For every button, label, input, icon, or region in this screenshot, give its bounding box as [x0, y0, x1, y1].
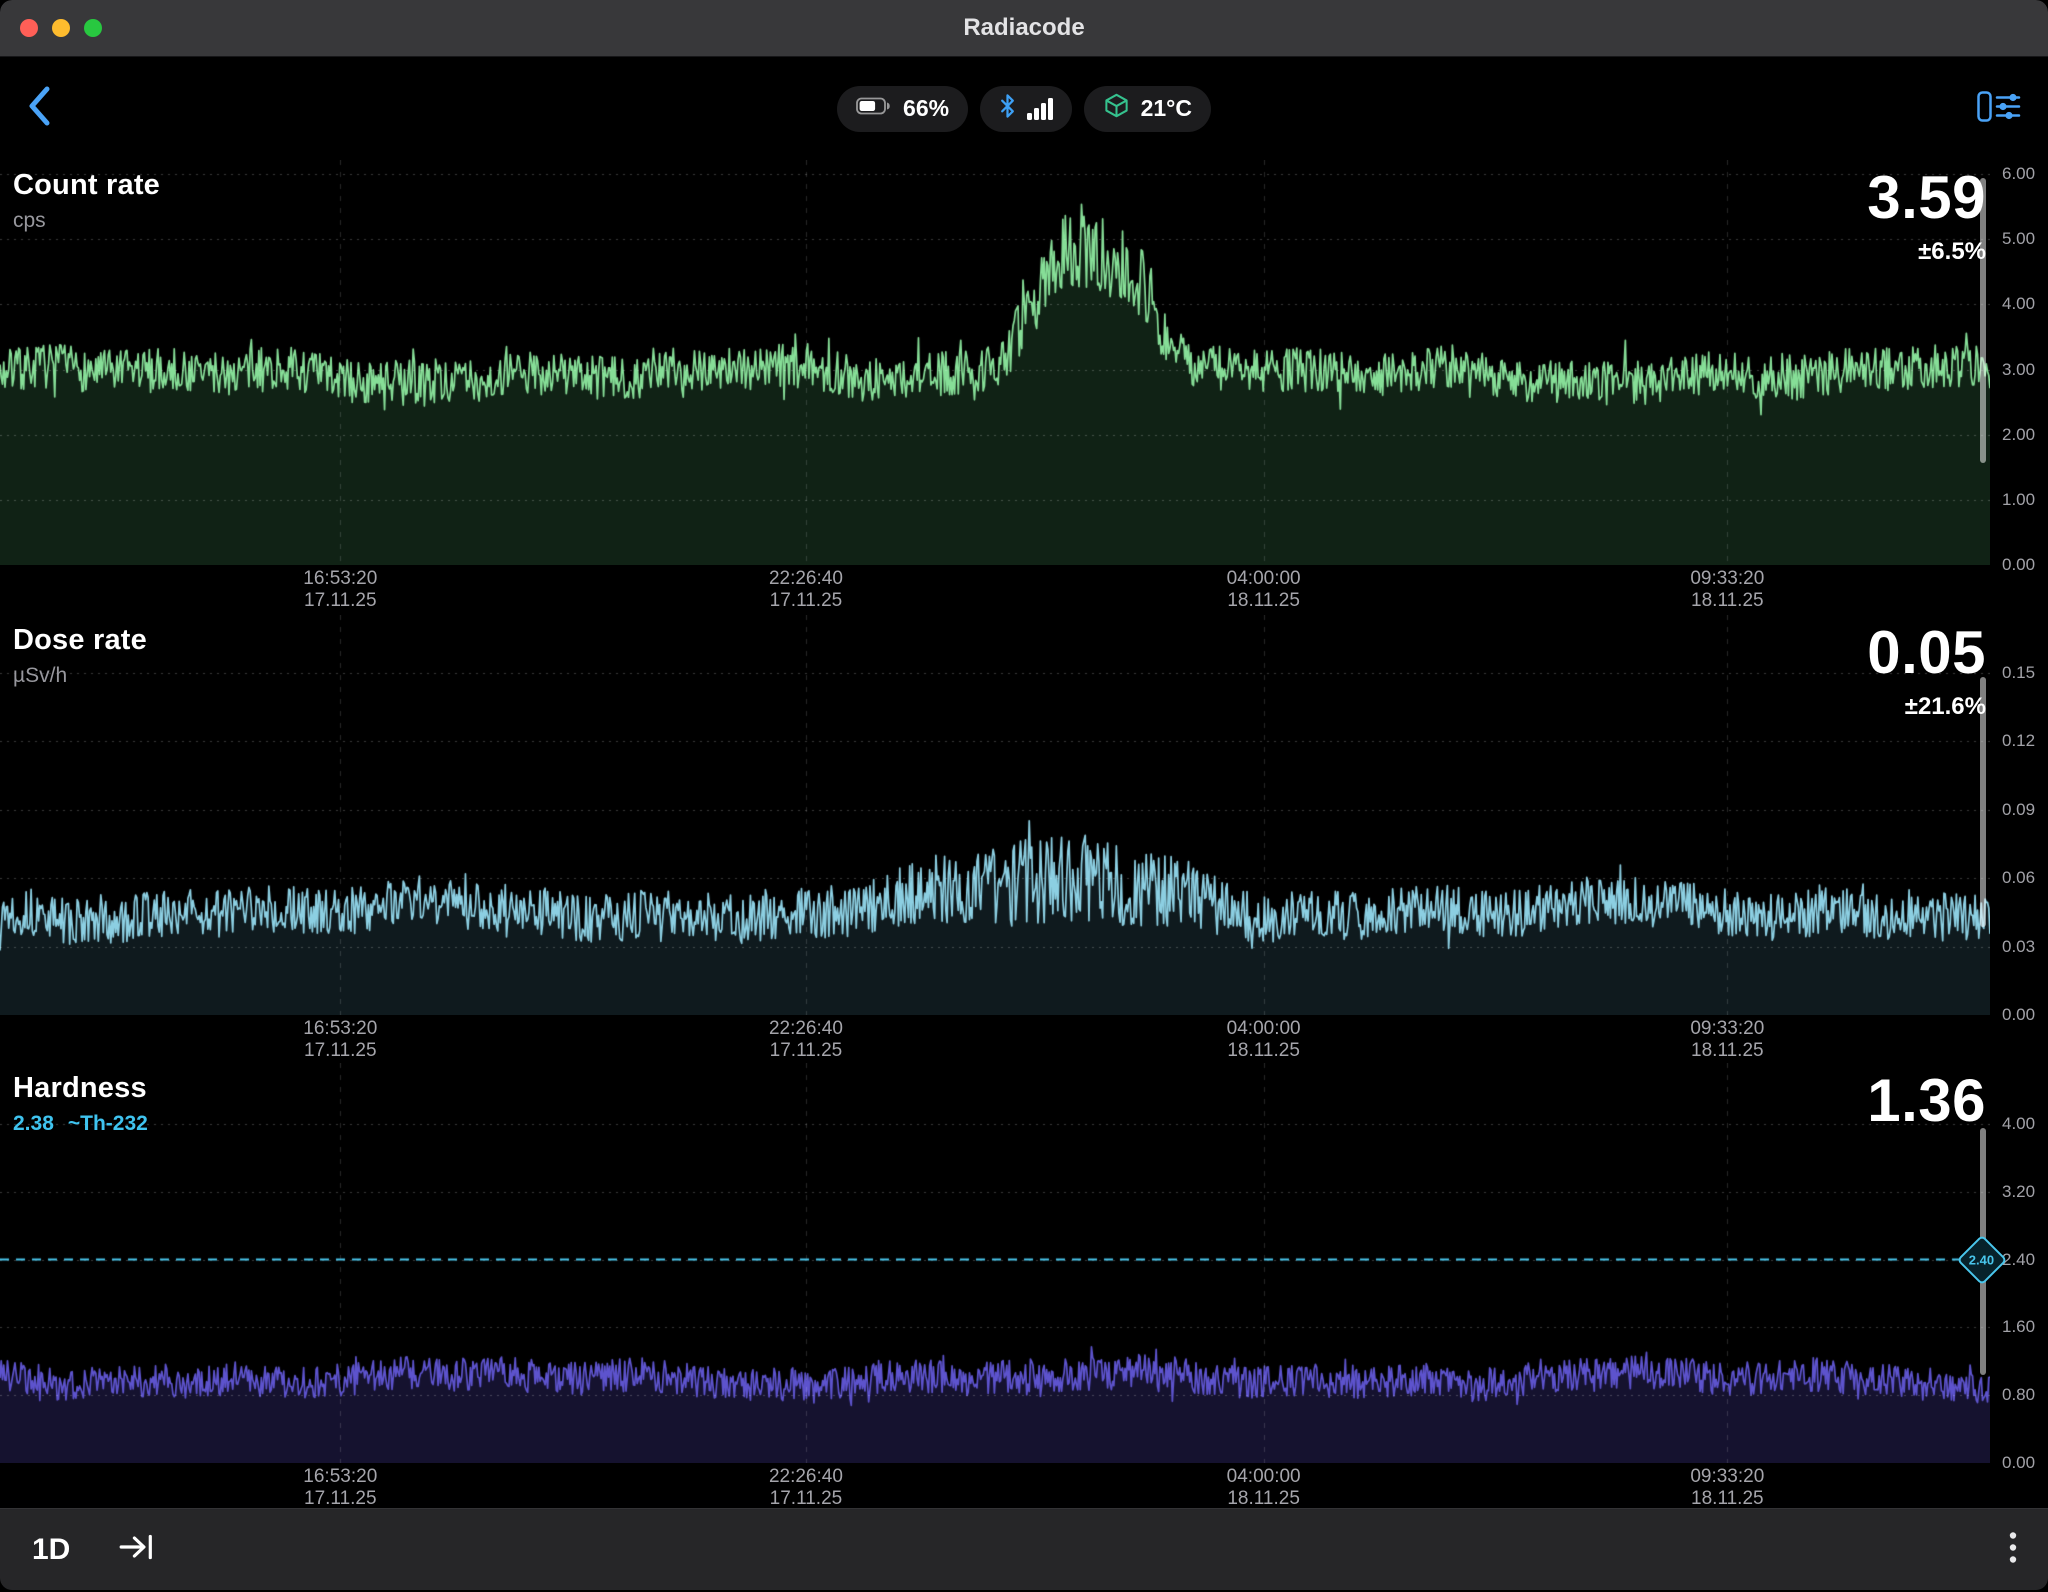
- y-axis-label: 2.40: [2002, 1250, 2035, 1270]
- x-axis-label: 04:00:0018.11.25: [1194, 1466, 1334, 1510]
- status-pills: 66% 21°C: [837, 86, 1211, 132]
- x-axis-label: 16:53:2017.11.25: [270, 1466, 410, 1510]
- y-axis-label: 4.00: [2002, 294, 2035, 314]
- window-titlebar[interactable]: Radiacode: [0, 0, 2048, 57]
- current-value: 0.05: [1867, 623, 1986, 683]
- y-axis-label: 5.00: [2002, 229, 2035, 249]
- hardness-ratio-value: 2.38: [13, 1112, 54, 1135]
- count-rate-chart: 6.005.004.003.002.001.000.00 Count rate …: [0, 160, 2048, 610]
- isotope-name: ~Th-232: [68, 1112, 148, 1135]
- temperature-label: 21°C: [1141, 95, 1192, 122]
- zoom-window-button[interactable]: [84, 19, 102, 37]
- y-axis-label: 0.03: [2002, 937, 2035, 957]
- hardness-reading: 1.36: [1867, 1071, 1986, 1131]
- skip-to-end-icon: [118, 1531, 154, 1568]
- traffic-lights: [20, 19, 102, 37]
- minimize-window-button[interactable]: [52, 19, 70, 37]
- count-rate-x-axis: 16:53:2017.11.25 22:26:4017.11.25 04:00:00…: [0, 565, 2048, 610]
- more-options-button[interactable]: [2008, 1529, 2018, 1570]
- uncertainty-label: ±21.6%: [1867, 693, 1986, 721]
- time-range-button[interactable]: 1D: [32, 1533, 70, 1567]
- count-rate-plot[interactable]: [0, 160, 1990, 565]
- x-axis-label: 16:53:2017.11.25: [270, 1018, 410, 1062]
- x-axis-label: 22:26:4017.11.25: [736, 568, 876, 612]
- bluetooth-icon: [999, 93, 1016, 125]
- dose-rate-y-axis: 0.150.120.090.060.030.00: [1996, 615, 2048, 1060]
- chart-title: Hardness: [13, 1072, 148, 1105]
- current-value: 1.36: [1867, 1071, 1986, 1131]
- y-axis-label: 0.15: [2002, 663, 2035, 683]
- close-window-button[interactable]: [20, 19, 38, 37]
- radiacode-window: Radiacode 66%: [0, 0, 2048, 1592]
- uncertainty-label: ±6.5%: [1867, 238, 1986, 266]
- y-axis-label: 4.00: [2002, 1114, 2035, 1134]
- chart-unit-label: µSv/h: [13, 664, 147, 688]
- hardness-plot[interactable]: [0, 1063, 1990, 1463]
- hardness-y-axis: 4.003.202.401.600.800.00: [1996, 1063, 2048, 1508]
- dose-rate-chart: 0.150.120.090.060.030.00 Dose rate µSv/h…: [0, 615, 2048, 1060]
- current-value: 3.59: [1867, 168, 1986, 228]
- window-title: Radiacode: [963, 14, 1084, 42]
- y-axis-label: 2.00: [2002, 425, 2035, 445]
- x-axis-label: 04:00:0018.11.25: [1194, 1018, 1334, 1062]
- y-axis-label: 1.60: [2002, 1317, 2035, 1337]
- dose-rate-reading: 0.05 ±21.6%: [1867, 623, 1986, 721]
- x-axis-label: 22:26:4017.11.25: [736, 1466, 876, 1510]
- isotope-estimate-label: 2.38 ~Th-232: [13, 1112, 148, 1136]
- chevron-left-icon: [26, 84, 52, 133]
- jump-to-latest-button[interactable]: [118, 1531, 154, 1568]
- kebab-menu-icon: [2008, 1529, 2018, 1570]
- battery-icon: [856, 95, 892, 122]
- y-axis-label: 0.06: [2002, 868, 2035, 888]
- count-rate-y-axis: 6.005.004.003.002.001.000.00: [1996, 160, 2048, 610]
- x-axis-label: 16:53:2017.11.25: [270, 568, 410, 612]
- temperature-pill[interactable]: 21°C: [1084, 86, 1211, 132]
- x-axis-label: 09:33:2018.11.25: [1657, 568, 1797, 612]
- device-settings-button[interactable]: [1976, 85, 2022, 132]
- battery-status-pill[interactable]: 66%: [837, 86, 968, 132]
- device-sliders-icon: [1976, 114, 2022, 131]
- signal-bars-icon: [1027, 98, 1053, 120]
- x-axis-label: 04:00:0018.11.25: [1194, 568, 1334, 612]
- bottom-toolbar: 1D: [0, 1508, 2048, 1590]
- y-axis-label: 0.12: [2002, 731, 2035, 751]
- chart-title: Dose rate: [13, 624, 147, 657]
- y-axis-label: 1.00: [2002, 490, 2035, 510]
- battery-percent-label: 66%: [903, 95, 949, 122]
- chart-title: Count rate: [13, 169, 160, 202]
- threshold-value-label: 2.40: [1969, 1252, 1994, 1267]
- app-toolbar: 66% 21°C: [0, 57, 2048, 160]
- y-axis-label: 6.00: [2002, 164, 2035, 184]
- y-axis-label: 3.20: [2002, 1182, 2035, 1202]
- x-axis-label: 22:26:4017.11.25: [736, 1018, 876, 1062]
- dose-rate-x-axis: 16:53:2017.11.25 22:26:4017.11.25 04:00:00…: [0, 1015, 2048, 1060]
- bluetooth-status-pill[interactable]: [980, 86, 1072, 132]
- x-axis-label: 09:33:2018.11.25: [1657, 1018, 1797, 1062]
- cube-icon: [1103, 92, 1130, 125]
- x-axis-label: 09:33:2018.11.25: [1657, 1466, 1797, 1510]
- hardness-x-axis: 16:53:2017.11.25 22:26:4017.11.25 04:00:00…: [0, 1463, 2048, 1508]
- hardness-chart: 4.003.202.401.600.800.00 2.40 Hardness 2…: [0, 1063, 2048, 1508]
- y-axis-label: 3.00: [2002, 360, 2035, 380]
- y-axis-label: 0.09: [2002, 800, 2035, 820]
- y-axis-label: 0.80: [2002, 1385, 2035, 1405]
- count-rate-reading: 3.59 ±6.5%: [1867, 168, 1986, 266]
- back-button[interactable]: [26, 85, 66, 133]
- chart-unit-label: cps: [13, 209, 160, 233]
- dose-rate-plot[interactable]: [0, 615, 1990, 1015]
